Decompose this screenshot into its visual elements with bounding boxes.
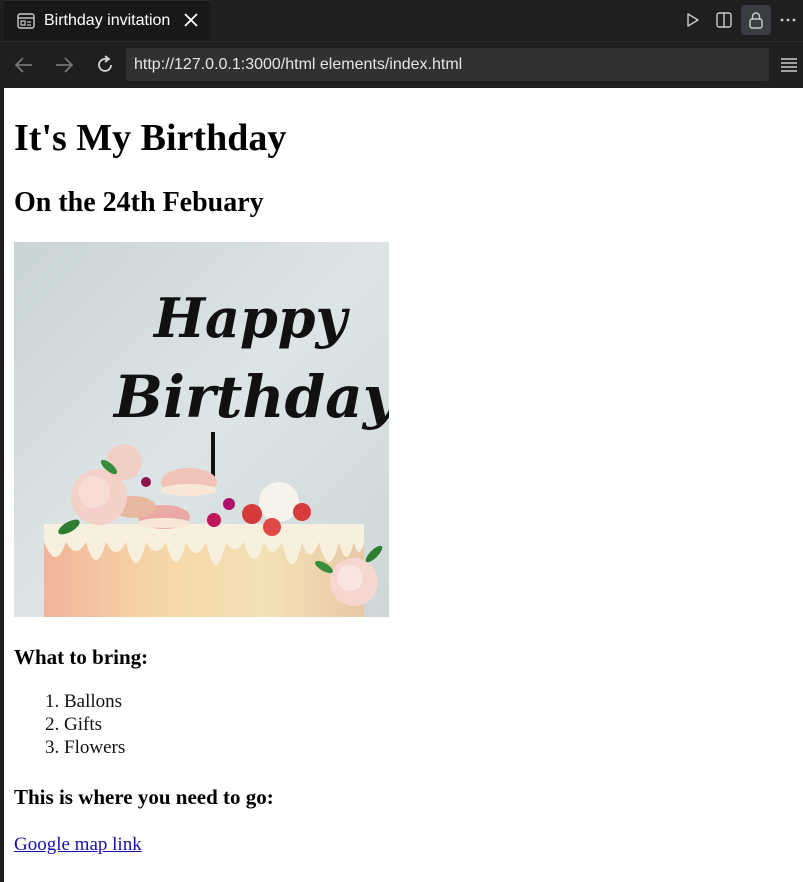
google-map-link[interactable]: Google map link bbox=[14, 834, 142, 856]
lock-button[interactable] bbox=[741, 5, 771, 35]
page-subtitle: On the 24th Febuary bbox=[14, 187, 264, 218]
url-input[interactable] bbox=[132, 54, 769, 75]
play-icon bbox=[687, 13, 699, 27]
tab-title: Birthday invitation bbox=[44, 11, 171, 29]
url-bar[interactable] bbox=[126, 48, 769, 81]
reload-icon bbox=[98, 55, 112, 72]
back-button[interactable] bbox=[12, 53, 36, 77]
close-icon[interactable] bbox=[182, 11, 200, 29]
page-icon bbox=[17, 12, 35, 29]
arrow-left-icon bbox=[14, 57, 32, 73]
bring-list: Ballons Gifts Flowers bbox=[14, 690, 793, 759]
forward-button[interactable] bbox=[52, 53, 76, 77]
birthday-cake-image: Happy Birthday bbox=[14, 242, 389, 617]
menu-icon[interactable] bbox=[779, 55, 799, 75]
list-item: Flowers bbox=[64, 736, 793, 759]
reload-button[interactable] bbox=[93, 53, 117, 77]
split-editor-icon bbox=[716, 12, 732, 28]
more-button[interactable] bbox=[773, 5, 803, 35]
topper-text-line1: Happy bbox=[152, 286, 351, 350]
location-heading: This is where you need to go: bbox=[14, 785, 274, 809]
lock-icon bbox=[749, 12, 763, 29]
topper-text-line2: Birthday bbox=[112, 363, 389, 431]
tab-birthday-invitation[interactable]: Birthday invitation bbox=[4, 0, 210, 40]
ellipsis-icon bbox=[780, 18, 796, 22]
list-item: Ballons bbox=[64, 690, 793, 713]
run-button[interactable] bbox=[677, 5, 707, 35]
tab-bar: Birthday invitation bbox=[0, 0, 803, 41]
page-viewport: It's My Birthday On the 24th Febuary Hap… bbox=[4, 88, 803, 882]
arrow-right-icon bbox=[56, 57, 74, 73]
tab-actions bbox=[675, 0, 803, 40]
page-title: It's My Birthday bbox=[14, 117, 287, 159]
bring-heading: What to bring: bbox=[14, 645, 149, 669]
list-item: Gifts bbox=[64, 713, 793, 736]
navigation-bar bbox=[0, 41, 803, 88]
split-editor-button[interactable] bbox=[709, 5, 739, 35]
